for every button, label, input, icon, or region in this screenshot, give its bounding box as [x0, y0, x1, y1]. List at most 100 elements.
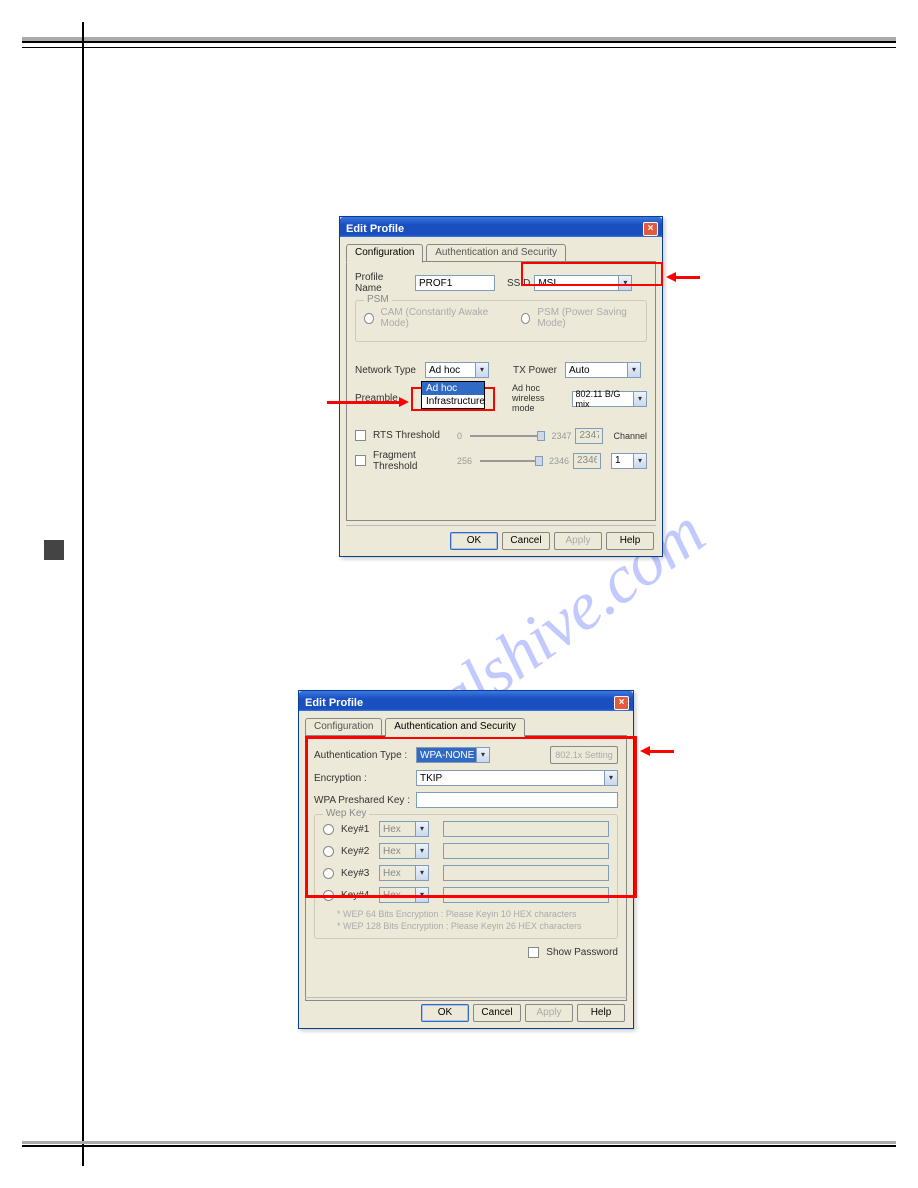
key2-format-value: Hex [383, 846, 415, 857]
edit-profile-dialog-auth: Edit Profile × Configuration Authenticat… [298, 690, 634, 1029]
apply-button: Apply [554, 532, 602, 550]
psm-radio [521, 313, 531, 324]
adhoc-mode-label: Ad hoc wireless mode [512, 384, 568, 414]
auth-type-value: WPA-NONE [420, 750, 476, 761]
tab-configuration[interactable]: Configuration [305, 718, 382, 736]
chevron-down-icon: ▾ [415, 888, 428, 902]
encryption-label: Encryption : [314, 773, 412, 784]
profile-name-label: Profile Name [355, 272, 411, 294]
frag-checkbox[interactable] [355, 455, 366, 466]
frag-min: 256 [457, 456, 472, 466]
edit-profile-dialog-config: Edit Profile × Configuration Authenticat… [339, 216, 663, 557]
window-title: Edit Profile [305, 697, 363, 709]
chevron-down-icon: ▾ [476, 748, 489, 762]
key2-radio [323, 846, 334, 857]
key2-label: Key#2 [341, 846, 375, 857]
key4-radio [323, 890, 334, 901]
page-side-tab [44, 540, 64, 560]
help-button[interactable]: Help [577, 1004, 625, 1022]
psm-legend: PSM [364, 294, 392, 305]
key3-radio [323, 868, 334, 879]
frag-value [573, 453, 601, 469]
rts-checkbox[interactable] [355, 430, 366, 441]
tab-configuration[interactable]: Configuration [346, 244, 423, 263]
tx-power-label: TX Power [513, 365, 561, 376]
key3-label: Key#3 [341, 868, 375, 879]
network-type-option-adhoc[interactable]: Ad hoc [422, 382, 484, 395]
key4-label: Key#4 [341, 890, 375, 901]
key4-format: Hex ▾ [379, 887, 429, 903]
chevron-down-icon: ▾ [633, 392, 646, 406]
network-type-dropdown[interactable]: Ad hoc Infrastructure [421, 381, 485, 409]
psm-label: PSM (Power Saving Mode) [537, 307, 638, 329]
button-separator [346, 525, 656, 526]
encryption-select[interactable]: TKIP ▾ [416, 770, 618, 786]
psm-group: PSM CAM (Constantly Awake Mode) PSM (Pow… [355, 300, 647, 342]
rts-slider[interactable] [470, 435, 543, 437]
key1-input [443, 821, 609, 837]
key4-format-value: Hex [383, 890, 415, 901]
key3-format-value: Hex [383, 868, 415, 879]
channel-select[interactable]: 1 ▾ [611, 453, 647, 469]
wep-hint-64: * WEP 64 Bits Encryption : Please Keyin … [337, 909, 609, 921]
cam-label: CAM (Constantly Awake Mode) [381, 307, 497, 329]
adhoc-mode-value: 802.11 B/G mix [576, 389, 633, 409]
chevron-down-icon: ▾ [415, 822, 428, 836]
auth-panel: Authentication Type : WPA-NONE ▾ 802.1x … [305, 735, 627, 1001]
rts-label: RTS Threshold [373, 430, 453, 441]
network-type-select[interactable]: Ad hoc ▾ [425, 362, 489, 378]
window-title: Edit Profile [346, 223, 404, 235]
channel-value: 1 [615, 455, 633, 466]
frag-label: Fragment Threshold [373, 450, 453, 472]
ssid-value: MSI [538, 278, 618, 289]
titlebar: Edit Profile × [299, 691, 633, 711]
chevron-down-icon: ▾ [618, 276, 631, 290]
key1-label: Key#1 [341, 824, 375, 835]
ok-button[interactable]: OK [450, 532, 498, 550]
adhoc-mode-select[interactable]: 802.11 B/G mix ▾ [572, 391, 647, 407]
cancel-button[interactable]: Cancel [502, 532, 550, 550]
chevron-down-icon: ▾ [415, 844, 428, 858]
tab-authentication[interactable]: Authentication and Security [426, 244, 566, 262]
ok-button[interactable]: OK [421, 1004, 469, 1022]
network-type-label: Network Type [355, 365, 421, 376]
key2-format: Hex ▾ [379, 843, 429, 859]
tab-strip: Configuration Authentication and Securit… [305, 717, 627, 735]
chevron-down-icon: ▾ [604, 771, 617, 785]
key1-format: Hex ▾ [379, 821, 429, 837]
close-icon[interactable]: × [614, 696, 629, 710]
wep-hint-128: * WEP 128 Bits Encryption : Please Keyin… [337, 921, 609, 933]
show-password-checkbox[interactable] [528, 947, 539, 958]
page-left-rule [82, 22, 84, 1166]
page-bottom-rule [22, 1145, 896, 1151]
button-bar: OK Cancel Apply Help [421, 1004, 625, 1022]
cancel-button[interactable]: Cancel [473, 1004, 521, 1022]
key3-format: Hex ▾ [379, 865, 429, 881]
frag-slider[interactable] [480, 460, 541, 462]
channel-label: Channel [613, 431, 647, 441]
annotation-arrow-ssid [666, 272, 700, 282]
encryption-value: TKIP [420, 773, 604, 784]
psk-input[interactable] [416, 792, 618, 808]
tx-power-select[interactable]: Auto ▾ [565, 362, 641, 378]
button-separator [305, 997, 627, 998]
tx-power-value: Auto [569, 365, 627, 376]
help-button[interactable]: Help [606, 532, 654, 550]
chevron-down-icon: ▾ [475, 363, 488, 377]
rts-value [575, 428, 603, 444]
wep-legend: Wep Key [323, 808, 369, 819]
auth-type-label: Authentication Type : [314, 750, 412, 761]
page-top-rule [22, 37, 896, 43]
close-icon[interactable]: × [643, 222, 658, 236]
tab-strip: Configuration Authentication and Securit… [346, 243, 656, 261]
psk-label: WPA Preshared Key : [314, 795, 412, 806]
rts-min: 0 [457, 431, 462, 441]
cam-radio [364, 313, 374, 324]
auth-type-select[interactable]: WPA-NONE ▾ [416, 747, 490, 763]
tab-authentication[interactable]: Authentication and Security [385, 718, 525, 737]
network-type-option-infrastructure[interactable]: Infrastructure [422, 395, 484, 408]
chevron-down-icon: ▾ [415, 866, 428, 880]
profile-name-input[interactable] [415, 275, 495, 291]
ssid-select[interactable]: MSI ▾ [534, 275, 632, 291]
key1-format-value: Hex [383, 824, 415, 835]
